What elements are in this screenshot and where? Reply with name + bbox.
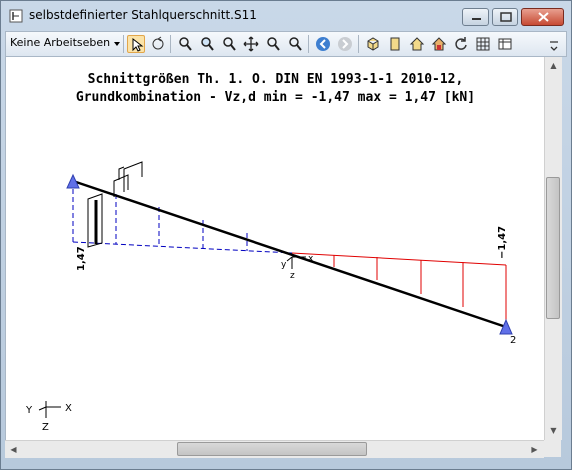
local-axis-z-label: z (290, 271, 295, 281)
scrollbar-corner (544, 440, 561, 457)
zoom-window-button[interactable] (198, 35, 216, 53)
back-button[interactable] (314, 35, 332, 53)
local-axis-y-label: y (281, 260, 287, 270)
view-front-button[interactable] (386, 35, 404, 53)
front-view-icon (390, 37, 400, 51)
scroll-up-icon[interactable]: ▲ (546, 58, 561, 73)
section-view-icon (431, 37, 447, 51)
drawing-canvas[interactable]: Schnittgrößen Th. 1. O. DIN EN 1993-1-1 … (5, 57, 545, 440)
global-axis-triad (38, 401, 61, 418)
toolbar-overflow-button[interactable] (546, 36, 562, 54)
overflow-icon (550, 41, 558, 51)
toolbar-separator (170, 35, 171, 53)
title-bar[interactable]: selbstdefinierter Stahlquerschnitt.S11 (1, 1, 571, 31)
close-icon (538, 12, 549, 22)
zoom-extents-button[interactable] (286, 35, 304, 53)
toolbar-separator (308, 35, 309, 53)
app-window: selbstdefinierter Stahlquerschnitt.S11 K… (0, 0, 572, 470)
zoom-out-icon (223, 37, 236, 51)
rotate-view-button[interactable] (149, 35, 167, 53)
global-axis-x-label: X (65, 403, 72, 414)
app-icon (9, 9, 23, 23)
node-end-support[interactable] (499, 318, 513, 335)
rotate-icon (152, 36, 164, 50)
select-pointer-button[interactable] (127, 35, 145, 53)
toolbar-separator (123, 35, 124, 53)
grid-icon (476, 37, 490, 51)
scroll-right-icon[interactable]: ▶ (527, 442, 542, 457)
zoom-all-icon (179, 37, 192, 51)
cross-section-symbol (87, 161, 143, 248)
vertical-scrollbar[interactable]: ▲ ▼ (544, 57, 562, 440)
member-line[interactable] (72, 179, 507, 329)
view-iso-button[interactable] (364, 35, 382, 53)
refresh-icon (455, 37, 467, 50)
zoom-all-button[interactable] (176, 35, 194, 53)
shear-force-diagram: 2 1,47 −1,47 x y z X Y Z (25, 161, 516, 433)
toolbar: Keine Arbeitseben (5, 31, 567, 57)
pan-button[interactable] (242, 35, 260, 53)
horizontal-scroll-thumb[interactable] (177, 442, 367, 456)
chevron-down-icon[interactable] (114, 42, 120, 46)
workplane-dropdown[interactable]: Keine Arbeitseben (10, 36, 110, 49)
house-icon (409, 37, 425, 51)
zoom-out-button[interactable] (220, 35, 238, 53)
scroll-down-icon[interactable]: ▼ (546, 423, 561, 438)
zoom-icon (201, 37, 214, 51)
node-end-label: 2 (510, 335, 516, 346)
minimize-button[interactable] (462, 8, 489, 26)
view-house-button[interactable] (408, 35, 426, 53)
table-icon (498, 38, 512, 50)
refresh-button[interactable] (452, 35, 470, 53)
zoom-extents-icon (289, 37, 302, 51)
forward-button[interactable] (336, 35, 354, 53)
zoom-previous-icon (267, 37, 280, 51)
move-icon (243, 36, 259, 52)
close-button[interactable] (521, 8, 564, 26)
global-axis-z-label: Z (42, 422, 49, 433)
arrow-left-icon (316, 37, 330, 51)
global-axis-y-label: Y (25, 405, 33, 416)
value-label-left: 1,47 (76, 246, 87, 271)
scroll-left-icon[interactable]: ◀ (6, 442, 21, 457)
arrow-right-icon (338, 37, 352, 51)
vertical-scroll-thumb[interactable] (546, 177, 560, 319)
display-table-button[interactable] (496, 35, 514, 53)
value-label-right: −1,47 (497, 226, 508, 259)
maximize-button[interactable] (492, 8, 518, 26)
horizontal-scrollbar[interactable]: ◀ ▶ (5, 440, 544, 458)
grid-button[interactable] (474, 35, 492, 53)
maximize-icon (500, 12, 512, 22)
minimize-icon (472, 18, 481, 20)
pointer-icon (132, 37, 144, 52)
zoom-previous-button[interactable] (264, 35, 282, 53)
view-section-button[interactable] (430, 35, 448, 53)
window-title: selbstdefinierter Stahlquerschnitt.S11 (29, 8, 257, 22)
toolbar-separator (358, 35, 359, 53)
cube-icon (367, 37, 379, 51)
local-axis-x-label: x (308, 254, 314, 264)
